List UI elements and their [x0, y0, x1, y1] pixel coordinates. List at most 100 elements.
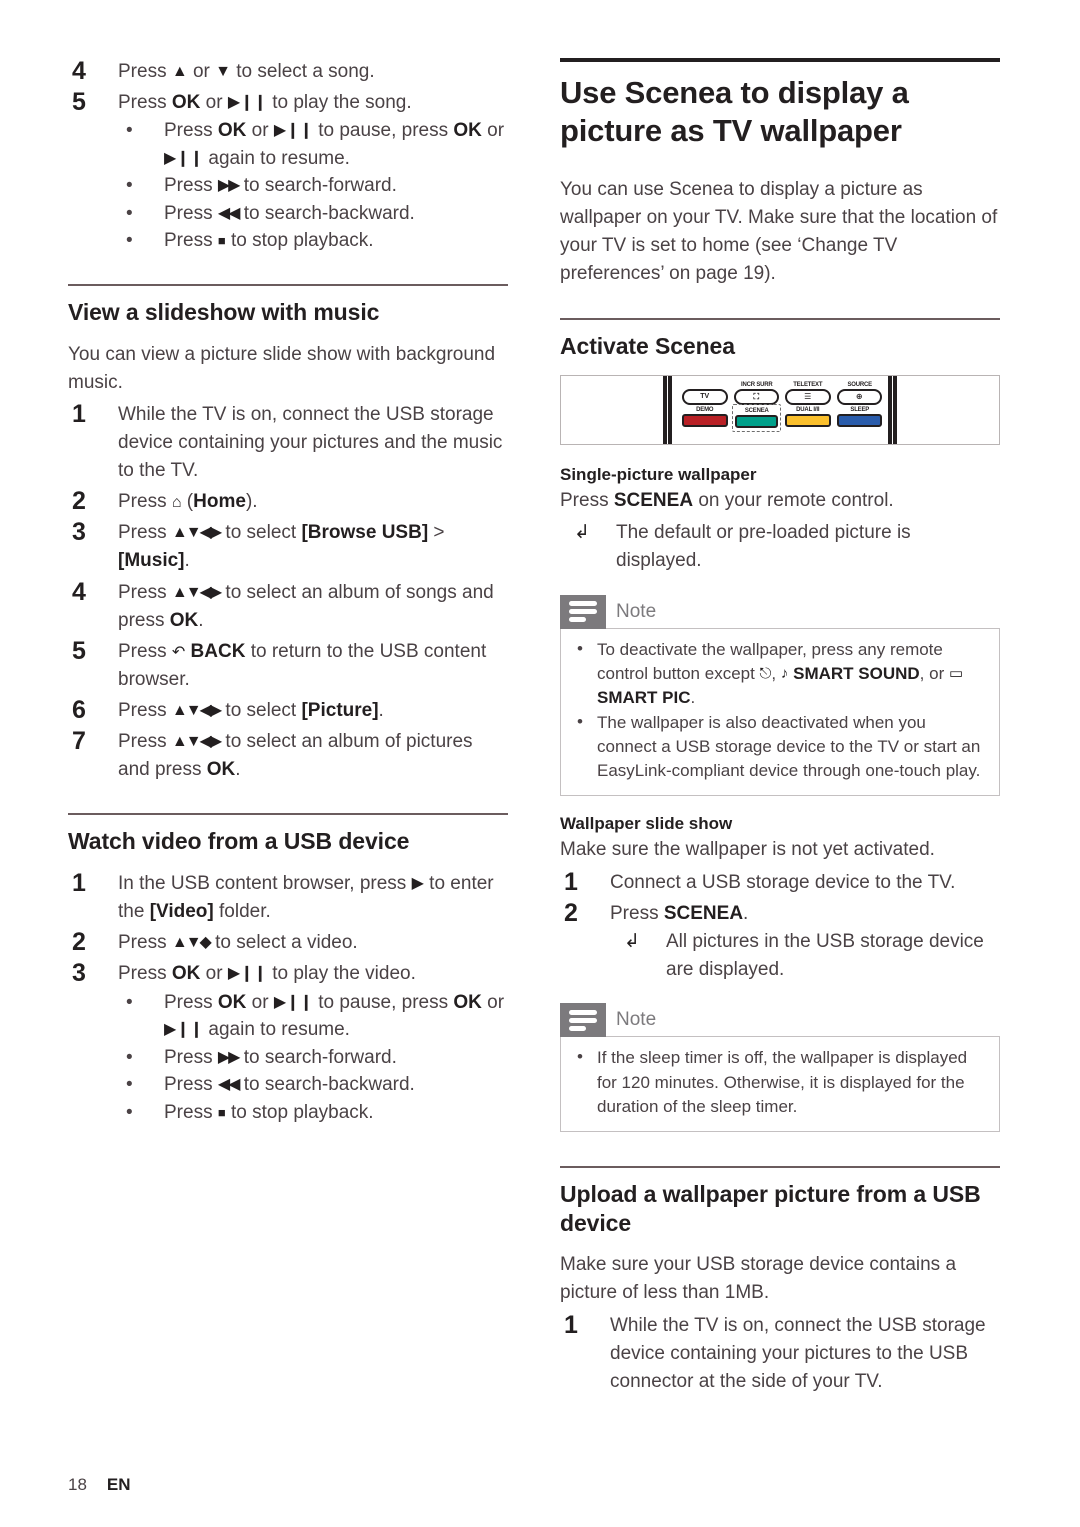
step-text: Press ▲ or ▼ to select a song.	[118, 61, 375, 82]
list-item: • Press ■ to stop playback.	[118, 227, 508, 255]
list-item: ↲ All pictures in the USB storage device …	[610, 928, 1000, 984]
right-column: Use Scenea to display a picture as TV wa…	[560, 58, 1000, 1460]
result-arrow-icon: ↲	[624, 930, 640, 952]
step-text: Press ⌂ (Home).	[118, 491, 258, 513]
remote-column-incr-surr: INCR SURR ⛶ SCENEA	[731, 380, 781, 432]
step-item: 1 In the USB content browser, press ▶ to…	[68, 869, 508, 926]
step-item: 2 Press ▲▼◆ to select a video.	[68, 928, 508, 957]
step-item: 1 Connect a USB storage device to the TV…	[560, 868, 1000, 897]
power-icon: ⎋	[759, 663, 772, 682]
bullet-dot: •	[577, 1047, 583, 1067]
step-text: Press SCENEA.	[610, 902, 749, 924]
step-number: 6	[72, 696, 86, 725]
page-footer: 18 EN	[68, 1475, 131, 1495]
bullet-dot: •	[126, 1046, 133, 1068]
watch-video-steps-list: 1 In the USB content browser, press ▶ to…	[68, 869, 508, 1127]
source-label: SOURCE	[847, 380, 872, 388]
bullet-dot: •	[126, 991, 133, 1013]
list-item: • Press ◀◀ to search-backward.	[118, 200, 508, 228]
home-icon: ⌂	[171, 492, 182, 512]
result-arrow-icon: ↲	[574, 521, 590, 543]
step-item: 1 While the TV is on, connect the USB st…	[560, 1310, 1000, 1396]
music-note-icon: ♪	[780, 663, 789, 682]
slide-show-result-list: ↲ All pictures in the USB storage device …	[610, 928, 1000, 984]
step-item: 2 Press SCENEA. ↲ All pictures in the USB…	[560, 898, 1000, 984]
language-code: EN	[106, 1475, 131, 1494]
manual-page: 4 Press ▲ or ▼ to select a song. 5 Press…	[0, 0, 1080, 1527]
slide-show-intro: Make sure the wallpaper is not yet activ…	[560, 839, 935, 861]
step-text: While the TV is on, connect the USB stor…	[118, 403, 503, 482]
bullet-dot: •	[126, 1074, 133, 1096]
video-playback-bullet-list: • Press OK or ▶❙❙ to pause, press OK or ▶…	[118, 989, 508, 1127]
step-item: 4 Press ▲ or ▼ to select a song.	[68, 57, 508, 86]
note-icon-bar	[569, 609, 597, 615]
step-item: 2 Press ⌂ (Home).	[68, 487, 508, 516]
note-bullet-list: • To deactivate the wallpaper, press any …	[573, 638, 987, 784]
source-icon: ⊕	[836, 388, 882, 405]
step-number: 5	[72, 636, 86, 665]
dual-button	[785, 413, 831, 427]
note-icon-bar	[569, 601, 597, 607]
step-number: 2	[72, 928, 86, 957]
slideshow-steps-list: 1 While the TV is on, connect the USB st…	[68, 399, 508, 784]
step-text: Press ↶ BACK to return to the USB conten…	[118, 640, 487, 690]
step-item: 7 Press ▲▼◀▶ to select an album of pictu…	[68, 727, 508, 784]
note-box-2: Note • If the sleep timer is off, the wal…	[560, 1002, 1000, 1132]
note-bullet-list: • If the sleep timer is off, the wallpape…	[573, 1046, 987, 1118]
scenea-highlight-box: SCENEA	[731, 403, 781, 432]
bullet-dot: •	[126, 202, 133, 224]
step-item: 4 Press ▲▼◀▶ to select an album of songs…	[68, 578, 508, 635]
sleep-button	[836, 413, 882, 427]
section-divider	[560, 318, 1000, 321]
remote-column-tv: TV DEMO	[682, 380, 728, 429]
remote-button-grid: TV DEMO INCR SURR ⛶ SCENEA TELETEXT ☰ DU…	[682, 380, 882, 432]
sleep-label: SLEEP	[849, 405, 869, 413]
step-number: 1	[72, 399, 86, 428]
subheading-wallpaper-slide-show: Wallpaper slide show	[560, 814, 733, 834]
step-item: 5 Press OK or ▶❙❙ to play the song. • Pre…	[68, 88, 508, 255]
step-item: 5 Press ↶ BACK to return to the USB cont…	[68, 636, 508, 694]
section-divider	[68, 813, 508, 816]
note-header: Note	[560, 1003, 662, 1038]
note-label: Note	[616, 600, 657, 622]
note-icon-bar	[569, 1009, 597, 1015]
step-number: 1	[564, 1310, 578, 1339]
remote-control-figure: TV DEMO INCR SURR ⛶ SCENEA TELETEXT ☰ DU…	[560, 374, 1000, 445]
step-number: 4	[72, 57, 86, 85]
step-text: Press ▲▼◀▶ to select an album of picture…	[118, 731, 473, 781]
note-icon-bar	[569, 1017, 597, 1023]
teletext-icon: ☰	[785, 388, 831, 405]
bullet-dot: •	[577, 712, 583, 732]
chapter-rule	[560, 58, 1000, 62]
step-text: Press OK or ▶❙❙ to play the video.	[118, 963, 416, 985]
upload-steps-list: 1 While the TV is on, connect the USB st…	[560, 1310, 1000, 1396]
section-heading-activate-scenea: Activate Scenea	[560, 333, 735, 360]
subheading-single-picture: Single-picture wallpaper	[560, 464, 757, 484]
step-text: Press ▲▼◆ to select a video.	[118, 932, 358, 954]
note-box-1: Note • To deactivate the wallpaper, press…	[560, 593, 1000, 797]
step-number: 2	[72, 487, 86, 516]
step-item: 3 Press OK or ▶❙❙ to play the video. • Pr…	[68, 959, 508, 1127]
incr-surr-icon: ⛶	[733, 388, 779, 405]
step-item: 6 Press ▲▼◀▶ to select [Picture].	[68, 696, 508, 725]
dual-label: DUAL I/II	[796, 405, 820, 413]
upload-intro: Make sure your USB storage device contai…	[560, 1254, 957, 1304]
note-text: If the sleep timer is off, the wallpaper…	[597, 1048, 968, 1116]
note-body: • If the sleep timer is off, the wallpape…	[560, 1036, 1000, 1132]
note-icon	[560, 1003, 606, 1038]
step-number: 1	[72, 869, 86, 898]
result-text: The default or pre-loaded picture is dis…	[616, 521, 911, 572]
remote-control-illustration: TV DEMO INCR SURR ⛶ SCENEA TELETEXT ☰ DU…	[662, 375, 898, 444]
tv-button: TV	[682, 388, 728, 405]
remote-left-edge	[662, 375, 673, 444]
step-number: 3	[72, 518, 86, 547]
step-text: Press ▲▼◀▶ to select [Browse USB] > [Mus…	[118, 522, 445, 572]
step-number: 2	[564, 898, 578, 927]
remote-column-source: SOURCE ⊕ SLEEP	[836, 380, 882, 429]
playback-bullet-list: • Press OK or ▶❙❙ to pause, press OK or ▶…	[118, 117, 508, 255]
